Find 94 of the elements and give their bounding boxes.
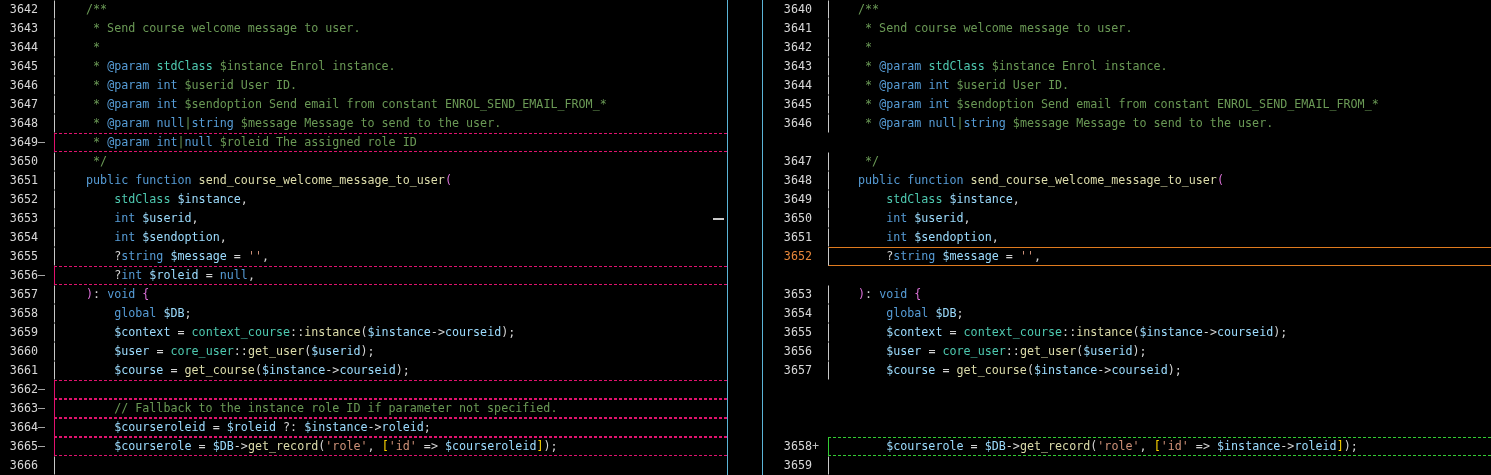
- diff-marker: —: [38, 268, 46, 282]
- line-number: 3657: [8, 286, 38, 303]
- line-number: 3647: [782, 153, 812, 170]
- line-number: 3653: [782, 286, 812, 303]
- line-number: 3656: [782, 343, 812, 360]
- removed-line: $courseroleid = $roleid ?: $instance->roleid;: [54, 418, 727, 437]
- code-line: * @param int $sendoption Send email from constant ENROL_SEND_EMAIL_FROM_*: [54, 95, 727, 114]
- code-line: */: [828, 152, 1491, 171]
- diff-marker: —: [38, 420, 46, 434]
- code-line: global $DB;: [54, 304, 727, 323]
- code-line: *: [54, 38, 727, 57]
- code-line: $context = context_course::instance($instance->courseid);: [54, 323, 727, 342]
- line-number: 3649: [782, 191, 812, 208]
- line-number: 3665: [8, 438, 38, 455]
- line-number: 3659: [782, 457, 812, 474]
- code-line: $user = core_user::get_user($userid);: [828, 342, 1491, 361]
- diff-marker: —: [38, 382, 46, 396]
- line-number: 3640: [782, 1, 812, 18]
- line-number: 3645: [8, 58, 38, 75]
- line-number: 3652: [782, 248, 812, 265]
- line-number: 3664: [8, 419, 38, 436]
- removed-line: // Fallback to the instance role ID if parameter not specified.: [54, 399, 727, 418]
- code-line: * @param stdClass $instance Enrol instance.: [828, 57, 1491, 76]
- line-number: 3663: [8, 400, 38, 417]
- code-line: stdClass $instance,: [54, 190, 727, 209]
- line-number: 3661: [8, 362, 38, 379]
- line-number: 3652: [8, 191, 38, 208]
- line-number: 3642: [8, 1, 38, 18]
- line-number: 3656: [8, 267, 38, 284]
- code-line: /**: [828, 0, 1491, 19]
- code-line: ): void {: [828, 285, 1491, 304]
- line-number: 3654: [782, 305, 812, 322]
- code-line: ): void {: [54, 285, 727, 304]
- code-line: * @param int $userid User ID.: [54, 76, 727, 95]
- line-number: 3645: [782, 96, 812, 113]
- line-number: 3643: [8, 20, 38, 37]
- overview-ruler-mark: [713, 218, 724, 220]
- code-line: int $sendoption,: [54, 228, 727, 247]
- code-line: public function send_course_welcome_message_to_user(: [54, 171, 727, 190]
- line-number: 3666: [8, 457, 38, 474]
- line-number: 3648: [8, 115, 38, 132]
- code-line: * @param null|string $message Message to send to the user.: [828, 114, 1491, 133]
- current-line: ?string $message = '',: [828, 247, 1491, 266]
- line-number: 3655: [782, 324, 812, 341]
- line-number: 3660: [8, 343, 38, 360]
- code-line: * Send course welcome message to user.: [54, 19, 727, 38]
- code-line: int $userid,: [828, 209, 1491, 228]
- line-number: 3642: [782, 39, 812, 56]
- code-line: $course = get_course($instance->courseid);: [54, 361, 727, 380]
- line-number: 3644: [782, 77, 812, 94]
- line-number: 3643: [782, 58, 812, 75]
- code-line: */: [54, 152, 727, 171]
- diff-marker: —: [38, 401, 46, 415]
- code-line: * @param int $userid User ID.: [828, 76, 1491, 95]
- removed-line: $courserole = $DB->get_record('role', ['id' => $courseroleid]);: [54, 437, 727, 456]
- diff-marker: +: [812, 439, 820, 453]
- code-line: $course = get_course($instance->courseid);: [828, 361, 1491, 380]
- line-number: 3641: [782, 20, 812, 37]
- line-number: 3654: [8, 229, 38, 246]
- line-number: 3653: [8, 210, 38, 227]
- line-number: 3647: [8, 96, 38, 113]
- line-number: 3651: [8, 172, 38, 189]
- code-line: * @param int $sendoption Send email from constant ENROL_SEND_EMAIL_FROM_*: [828, 95, 1491, 114]
- added-line: $courserole = $DB->get_record('role', ['id' => $instance->roleid]);: [828, 437, 1491, 456]
- removed-line: ?int $roleid = null,: [54, 266, 727, 285]
- line-number: 3662: [8, 381, 38, 398]
- code-line: * Send course welcome message to user.: [828, 19, 1491, 38]
- line-number: 3651: [782, 229, 812, 246]
- code-line: stdClass $instance,: [828, 190, 1491, 209]
- line-number: 3646: [782, 115, 812, 132]
- code-line: public function send_course_welcome_message_to_user(: [828, 171, 1491, 190]
- line-number: 3646: [8, 77, 38, 94]
- removed-line: * @param int|null $roleid The assigned role ID: [54, 133, 727, 152]
- line-number: 3648: [782, 172, 812, 189]
- code-line: int $sendoption,: [828, 228, 1491, 247]
- code-line: global $DB;: [828, 304, 1491, 323]
- code-line: *: [828, 38, 1491, 57]
- line-number: 3650: [8, 153, 38, 170]
- line-number: 3658: [782, 438, 812, 455]
- code-line: * @param null|string $message Message to send to the user.: [54, 114, 727, 133]
- line-number: 3649: [8, 134, 38, 151]
- code-line: $user = core_user::get_user($userid);: [54, 342, 727, 361]
- line-number: 3644: [8, 39, 38, 56]
- code-line: * @param stdClass $instance Enrol instance.: [54, 57, 727, 76]
- code-line: $context = context_course::instance($instance->courseid);: [828, 323, 1491, 342]
- code-line: ?string $message = '',: [54, 247, 727, 266]
- line-number: 3655: [8, 248, 38, 265]
- line-number: 3659: [8, 324, 38, 341]
- diff-marker: —: [38, 135, 46, 149]
- diff-marker: —: [38, 439, 46, 453]
- line-number: 3650: [782, 210, 812, 227]
- code-line: /**: [54, 0, 727, 19]
- line-number: 3657: [782, 362, 812, 379]
- line-number: 3658: [8, 305, 38, 322]
